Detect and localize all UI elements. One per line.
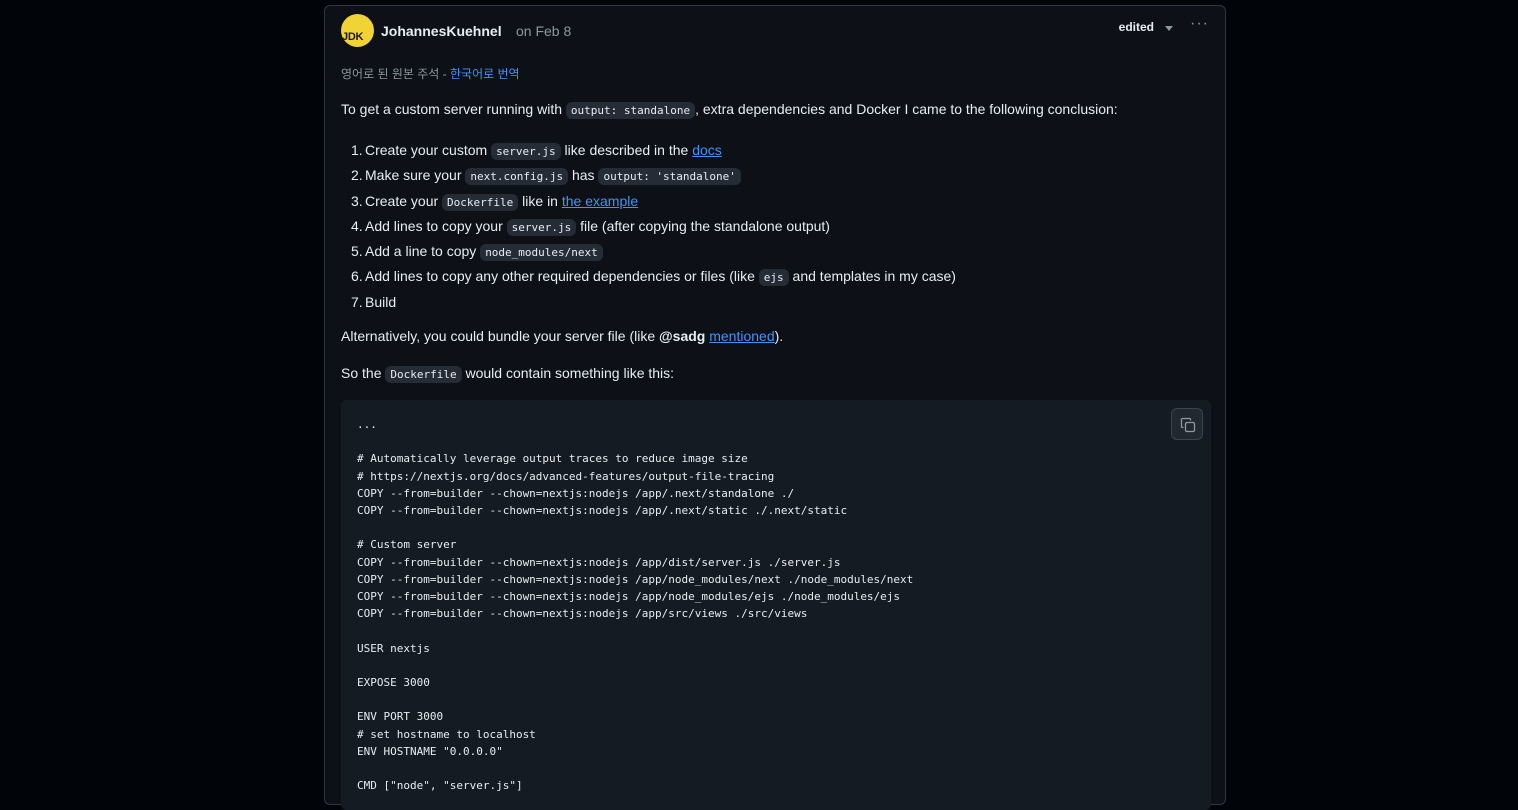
translate-link[interactable]: 한국어로 번역 — [450, 67, 520, 81]
dockerfile-paragraph: So the Dockerfile would contain somethin… — [341, 363, 674, 385]
step-text: and templates in my case) — [788, 268, 956, 285]
list-item: 5. Add a line to copy node_modules/next — [351, 239, 956, 264]
list-item: 3. Create your Dockerfile like in the ex… — [351, 189, 956, 214]
intro-text: To get a custom server running with — [341, 101, 566, 117]
step-text: Add a line to copy — [365, 243, 481, 260]
step-text: file (after copying the standalone outpu… — [576, 217, 830, 234]
inline-code: Dockerfile — [385, 366, 462, 383]
comment-card: JDK JohannesKuehnel on Feb 8 edited ··· … — [324, 5, 1226, 810]
inline-code: Dockerfile — [442, 193, 519, 211]
step-text: Create your — [365, 192, 443, 209]
inline-code: output: 'standalone' — [598, 168, 741, 186]
code-block: ... # Automatically leverage output trac… — [341, 400, 1211, 810]
so-text: So the — [341, 365, 386, 381]
translation-note-text: 영어로 된 원본 주석 - — [341, 67, 450, 81]
list-number: 6. — [351, 268, 363, 285]
list-item: 4. Add lines to copy your server.js file… — [351, 214, 956, 239]
step-text: Create your custom — [365, 142, 492, 158]
example-link[interactable]: the example — [562, 193, 638, 209]
intro-paragraph: To get a custom server running with outp… — [341, 99, 1118, 121]
list-item: 7. Build — [351, 290, 956, 315]
chevron-down-icon[interactable] — [1165, 26, 1173, 31]
alternative-paragraph: Alternatively, you could bundle your ser… — [341, 326, 783, 347]
alt-text-end: ). — [774, 328, 784, 344]
inline-code: server.js — [491, 143, 561, 160]
list-number: 1. — [351, 142, 363, 158]
list-number: 2. — [351, 167, 363, 184]
list-item: 1. Create your custom server.js like des… — [351, 138, 956, 163]
avatar-initials: JDK — [342, 31, 364, 43]
steps-list: 1. Create your custom server.js like des… — [341, 138, 956, 315]
step-text: Make sure your — [365, 167, 466, 184]
comment-header: JDK JohannesKuehnel on Feb 8 edited ··· — [341, 14, 1209, 48]
comment-date[interactable]: on Feb 8 — [516, 23, 571, 39]
kebab-horizontal-icon[interactable]: ··· — [1190, 16, 1209, 32]
list-item: 6. Add lines to copy any other required … — [351, 264, 956, 289]
step-text: Add lines to copy your — [365, 217, 507, 234]
inline-code: node_modules/next — [480, 244, 603, 262]
step-text: like described in the — [560, 142, 693, 158]
docs-link[interactable]: docs — [692, 142, 722, 158]
so-text-end: would contain something like this: — [461, 365, 675, 381]
inline-code: server.js — [506, 218, 577, 236]
user-mention[interactable]: @sadg — [659, 328, 705, 344]
copy-icon — [1180, 417, 1196, 433]
list-number: 5. — [351, 243, 363, 260]
step-text: like in — [518, 192, 562, 209]
inline-code: next.config.js — [465, 168, 569, 186]
dockerfile-code[interactable]: ... # Automatically leverage output trac… — [357, 416, 913, 794]
list-item: 2. Make sure your next.config.js has out… — [351, 163, 956, 188]
mentioned-link[interactable]: mentioned — [709, 328, 774, 344]
list-number: 4. — [351, 217, 363, 234]
intro-text-end: , extra dependencies and Docker I came t… — [695, 101, 1118, 117]
author-link[interactable]: JohannesKuehnel — [381, 23, 502, 39]
step-text: has — [568, 167, 599, 184]
translation-note: 영어로 된 원본 주석 - 한국어로 번역 — [341, 64, 520, 85]
avatar[interactable]: JDK — [341, 14, 374, 47]
inline-code: ejs — [758, 269, 789, 287]
copy-button[interactable] — [1171, 408, 1203, 440]
inline-code: output: standalone — [565, 102, 696, 119]
list-number: 3. — [351, 192, 363, 209]
step-text: Build — [365, 293, 397, 310]
step-text: Add lines to copy any other required dep… — [365, 268, 759, 285]
list-number: 7. — [351, 293, 363, 310]
edited-dropdown[interactable]: edited — [1119, 20, 1154, 34]
alt-text: Alternatively, you could bundle your ser… — [341, 328, 660, 344]
